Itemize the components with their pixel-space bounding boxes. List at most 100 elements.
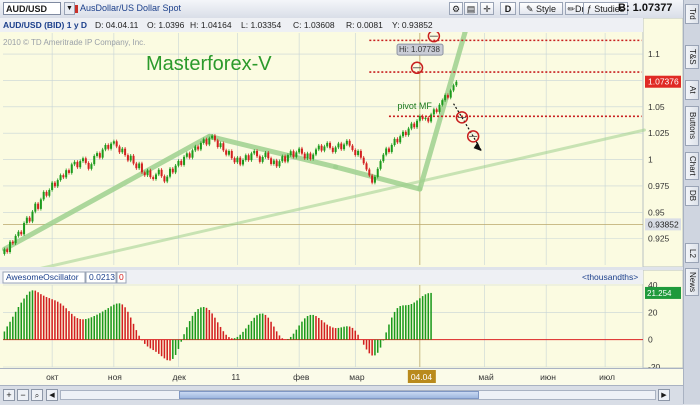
osc-current-value: 0.0213 xyxy=(89,272,115,282)
price-chart-panel: Hi: 1.07738 pivot MF 0.925 0.95 0.975 1 1.025… xyxy=(0,17,684,272)
candle-body xyxy=(343,144,346,150)
settings-button[interactable]: ⚙ xyxy=(449,2,463,15)
candle-body xyxy=(169,168,172,177)
candle-body xyxy=(382,154,385,162)
header-high: H: 1.04164 xyxy=(190,20,232,30)
candle-body xyxy=(121,148,124,153)
sidebar-tab-trd[interactable]: Trd xyxy=(685,4,699,24)
price-tick-label: 1.05 xyxy=(648,102,665,112)
zoom-search-button[interactable]: ⌕ xyxy=(31,389,43,401)
candle-body xyxy=(227,151,230,155)
candle-body xyxy=(410,123,413,129)
candle-body xyxy=(202,139,205,143)
candle-body xyxy=(222,143,225,151)
price-tick-label: 0.925 xyxy=(648,234,670,244)
candle-body xyxy=(59,175,62,181)
masterforex-watermark: Masterforex-V xyxy=(146,53,272,75)
print-button[interactable]: ▤ xyxy=(464,2,478,15)
drawings-icon: ✏ xyxy=(567,4,576,14)
candle-body xyxy=(446,95,449,98)
candle-body xyxy=(135,163,138,169)
candle-body xyxy=(401,131,405,137)
bid-price: B: 1.07377 xyxy=(618,2,673,14)
symbol-input[interactable]: AUD/USD xyxy=(3,2,61,15)
price-tick-label: 1 xyxy=(648,155,653,165)
header-date: D: 04.04.11 xyxy=(95,20,139,30)
candle-body xyxy=(424,117,427,119)
aggregation-button[interactable]: D xyxy=(500,2,516,15)
candle-body xyxy=(317,145,320,150)
candle-body xyxy=(146,170,149,176)
candle-body xyxy=(101,149,104,158)
price-tick-label: 0.95 xyxy=(648,207,665,217)
style-icon: ✎ xyxy=(525,4,534,14)
candle-body xyxy=(17,231,20,236)
time-tick-label: фев xyxy=(293,372,310,382)
candle-body xyxy=(81,158,85,162)
candle-body xyxy=(39,199,42,209)
candle-body xyxy=(275,160,278,167)
time-tick-label: май xyxy=(478,372,494,382)
candle-body xyxy=(70,164,73,173)
style-button[interactable]: ✎ Style xyxy=(519,2,563,15)
candle-body xyxy=(6,249,9,253)
magnifier-icon: ⌕ xyxy=(34,391,40,400)
candle-body xyxy=(174,165,177,173)
candle-body xyxy=(73,161,76,165)
symbol-description: AusDollar/US Dollar Spot xyxy=(80,3,182,13)
sidebar-tab-chart[interactable]: Chart xyxy=(685,152,699,180)
header-open: O: 1.0396 xyxy=(147,20,185,30)
price-chart-title: AUD/USD (BID) 1 y D xyxy=(3,20,87,30)
price-chart[interactable]: Hi: 1.07738 pivot MF 0.925 0.95 0.975 1 1.025… xyxy=(0,17,684,272)
scroll-left-button[interactable]: ◀ xyxy=(46,389,58,401)
time-tick-label: 11 xyxy=(231,372,240,382)
candle-body xyxy=(185,153,188,157)
candle-body xyxy=(163,176,166,182)
pivot-label: pivot MF xyxy=(397,101,432,111)
awesome-oscillator-chart[interactable]: -200204021.254 AwesomeOscillator 0.0213 … xyxy=(0,269,684,372)
sidebar-tab-buttons[interactable]: Buttons xyxy=(685,106,699,146)
candle-body xyxy=(371,175,374,183)
zoom-in-button[interactable]: + xyxy=(3,389,15,401)
scroll-thumb[interactable] xyxy=(179,391,479,399)
candle-body xyxy=(140,163,143,173)
sidebar-tab-l2[interactable]: L2 xyxy=(685,243,699,263)
sidebar-tab-at[interactable]: At xyxy=(685,80,699,100)
candle-body xyxy=(390,144,393,152)
candle-body xyxy=(45,191,48,196)
candle-body xyxy=(154,174,157,180)
candle-body xyxy=(112,141,115,144)
candle-body xyxy=(216,140,219,147)
scroll-right-button[interactable]: ▶ xyxy=(658,389,670,401)
candle-body xyxy=(298,148,301,153)
candle-body xyxy=(258,156,261,162)
candle-body xyxy=(396,138,399,143)
hi-label-text: Hi: 1.07738 xyxy=(399,45,440,54)
candle-body xyxy=(267,152,270,159)
candle-body xyxy=(348,140,351,146)
studies-icon: ƒ xyxy=(586,4,592,14)
zoom-out-button[interactable]: − xyxy=(17,389,29,401)
candle-body xyxy=(284,156,287,162)
time-tick-label: мар xyxy=(349,372,365,382)
sidebar-tab-ts[interactable]: T&S xyxy=(685,45,699,69)
arrow-right-icon: ▶ xyxy=(661,392,667,399)
candle-body xyxy=(51,182,54,191)
time-axis: окт ноя дек 11 фев мар май июн июл 04.04 xyxy=(0,368,683,386)
time-tick-label: июл xyxy=(599,372,615,382)
candle-body xyxy=(129,155,132,161)
crosshair-button[interactable]: ✛ xyxy=(480,2,494,15)
candle-body xyxy=(31,211,34,222)
candle-body xyxy=(191,150,194,158)
symbol-dropdown-button[interactable]: ▼ xyxy=(64,2,75,15)
candle-body xyxy=(314,149,317,155)
time-tick-label: дек xyxy=(172,372,186,382)
candle-body xyxy=(362,157,365,164)
candle-body xyxy=(143,172,146,176)
sidebar-tab-news[interactable]: News xyxy=(685,268,699,296)
candle-body xyxy=(118,146,121,153)
sidebar-tab-db[interactable]: DB xyxy=(685,186,699,206)
candle-body xyxy=(199,142,202,150)
candle-body xyxy=(56,180,59,187)
scroll-track[interactable] xyxy=(60,390,656,400)
